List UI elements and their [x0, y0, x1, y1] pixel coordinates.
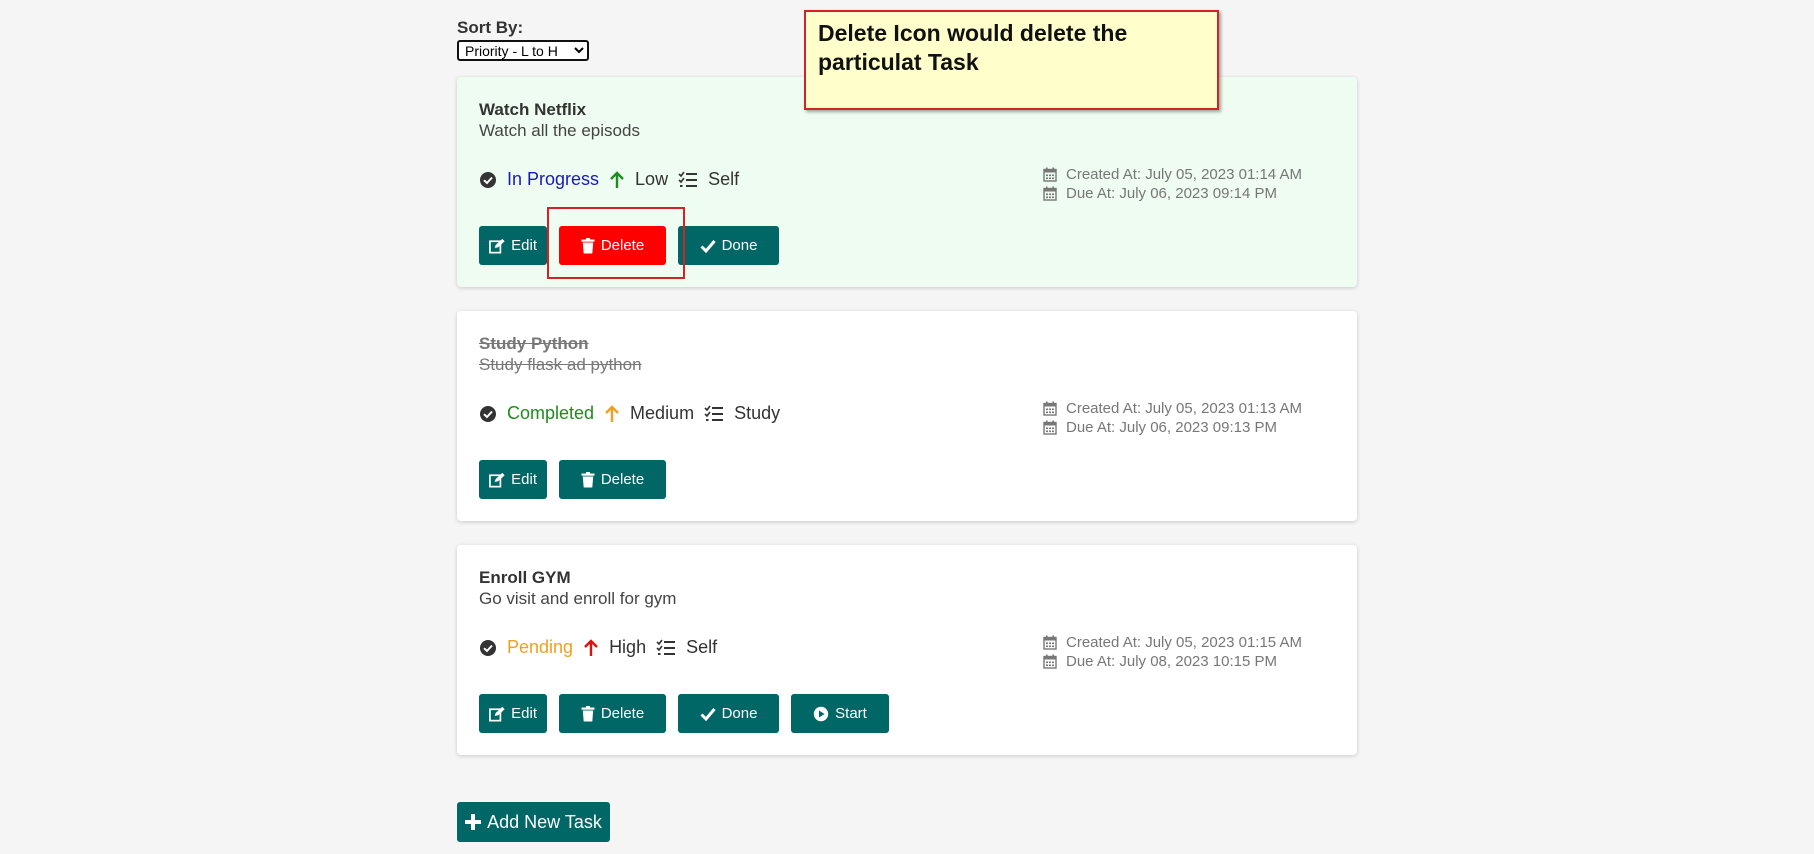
trash-icon — [581, 237, 595, 253]
check-icon — [700, 239, 716, 253]
task-dates: Created At: July 05, 2023 01:15 AM Due A… — [1043, 633, 1302, 671]
task-category: Study — [734, 403, 781, 423]
annotation-text: Delete Icon would delete the particulat … — [818, 20, 1128, 75]
task-dates: Created At: July 05, 2023 01:13 AM Due A… — [1043, 399, 1302, 437]
edit-label: Edit — [511, 705, 537, 722]
task-card: Enroll GYM Go visit and enroll for gym P… — [457, 545, 1357, 755]
arrow-up-icon — [604, 404, 620, 423]
check-circle-icon — [479, 639, 497, 657]
task-actions: Edit Delete Done — [479, 226, 791, 265]
task-created: Created At: July 05, 2023 01:15 AM — [1066, 634, 1302, 651]
done-button[interactable]: Done — [678, 694, 779, 733]
edit-icon — [489, 238, 505, 254]
delete-label: Delete — [600, 471, 645, 488]
task-title: Watch Netflix — [479, 100, 587, 119]
task-created: Created At: July 05, 2023 01:13 AM — [1066, 400, 1302, 417]
task-due: Due At: July 06, 2023 09:14 PM — [1066, 185, 1277, 202]
task-dates: Created At: July 05, 2023 01:14 AM Due A… — [1043, 165, 1302, 203]
done-button[interactable]: Done — [678, 226, 779, 265]
check-icon — [700, 707, 716, 721]
task-priority: Low — [635, 169, 669, 189]
edit-label: Edit — [511, 237, 537, 254]
edit-icon — [489, 472, 505, 488]
trash-icon — [581, 705, 595, 721]
task-actions: Edit Delete Done Start — [479, 694, 901, 733]
add-new-task-button[interactable]: Add New Task — [457, 802, 610, 842]
plus-icon — [465, 814, 482, 830]
task-meta: Completed Medium Study — [479, 403, 790, 424]
delete-button[interactable]: Delete — [559, 460, 666, 499]
task-meta: In Progress Low Self — [479, 169, 749, 190]
task-status: Pending — [507, 637, 574, 657]
edit-button[interactable]: Edit — [479, 226, 547, 265]
task-description: Go visit and enroll for gym — [479, 589, 677, 608]
task-title: Enroll GYM — [479, 568, 571, 587]
list-check-icon — [704, 405, 724, 423]
arrow-up-icon — [609, 170, 625, 189]
calendar-icon — [1043, 654, 1057, 669]
task-priority: High — [609, 637, 647, 657]
task-title: Study Python — [479, 334, 589, 353]
check-circle-icon — [479, 405, 497, 423]
task-category: Self — [708, 169, 740, 189]
delete-button[interactable]: Delete — [559, 226, 666, 265]
task-created: Created At: July 05, 2023 01:14 AM — [1066, 166, 1302, 183]
task-meta: Pending High Self — [479, 637, 727, 658]
delete-label: Delete — [600, 705, 645, 722]
task-status: Completed — [507, 403, 595, 423]
edit-label: Edit — [511, 471, 537, 488]
task-description: Study flask ad python — [479, 355, 642, 374]
sort-select[interactable]: Priority - L to H — [457, 40, 589, 61]
delete-label: Delete — [600, 237, 645, 254]
edit-button[interactable]: Edit — [479, 694, 547, 733]
trash-icon — [581, 471, 595, 487]
calendar-icon — [1043, 167, 1057, 182]
task-actions: Edit Delete — [479, 460, 678, 499]
task-due: Due At: July 08, 2023 10:15 PM — [1066, 653, 1277, 670]
task-due: Due At: July 06, 2023 09:13 PM — [1066, 419, 1277, 436]
done-label: Done — [721, 705, 758, 722]
delete-button[interactable]: Delete — [559, 694, 666, 733]
edit-icon — [489, 706, 505, 722]
task-card: Study Python Study flask ad python Compl… — [457, 311, 1357, 521]
calendar-icon — [1043, 635, 1057, 650]
calendar-icon — [1043, 420, 1057, 435]
task-description: Watch all the episods — [479, 121, 640, 140]
calendar-icon — [1043, 186, 1057, 201]
start-label: Start — [835, 705, 867, 722]
task-status: In Progress — [507, 169, 600, 189]
play-circle-icon — [813, 706, 829, 721]
start-button[interactable]: Start — [791, 694, 889, 733]
edit-button[interactable]: Edit — [479, 460, 547, 499]
task-priority: Medium — [630, 403, 695, 423]
list-check-icon — [656, 639, 676, 657]
calendar-icon — [1043, 401, 1057, 416]
arrow-up-icon — [583, 638, 599, 657]
add-new-task-label: Add New Task — [487, 811, 602, 832]
check-circle-icon — [479, 171, 497, 189]
annotation-note: Delete Icon would delete the particulat … — [804, 10, 1219, 110]
done-label: Done — [721, 237, 758, 254]
task-category: Self — [686, 637, 718, 657]
list-check-icon — [678, 171, 698, 189]
